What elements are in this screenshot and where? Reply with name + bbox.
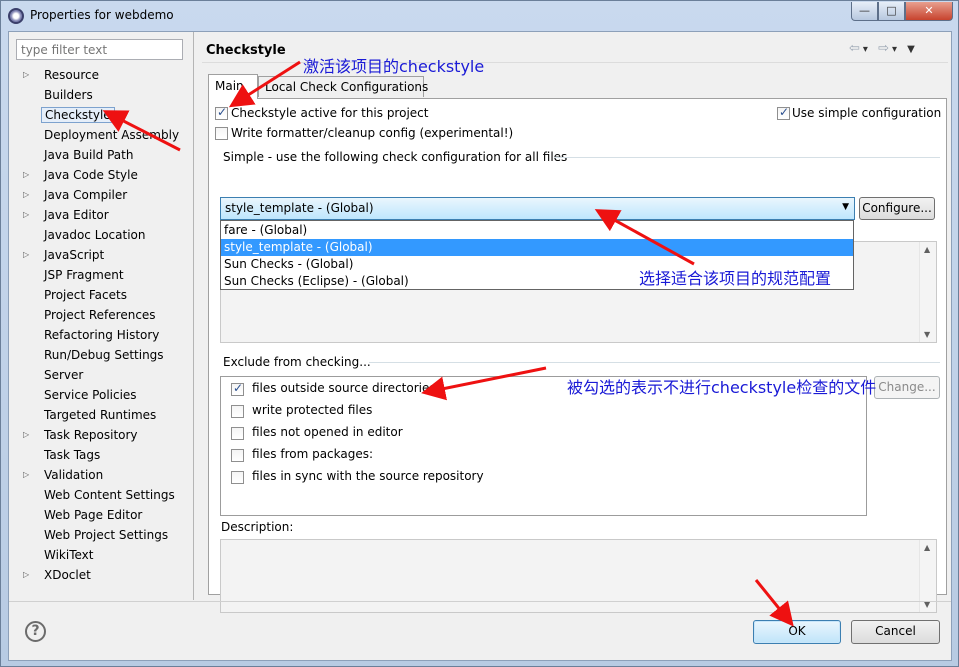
list-item: files from packages: bbox=[252, 447, 374, 461]
expand-triangle-icon[interactable]: ▷ bbox=[23, 570, 29, 579]
expand-triangle-icon[interactable]: ▷ bbox=[23, 70, 29, 79]
list-item: files in sync with the source repository bbox=[252, 469, 484, 483]
change-button[interactable]: Change... bbox=[874, 376, 940, 399]
exclude-outside-source-checkbox[interactable]: ✓ bbox=[231, 381, 244, 396]
write-formatter-checkbox[interactable] bbox=[215, 127, 228, 140]
tree-item-label: Server bbox=[44, 368, 84, 382]
checkstyle-active-checkbox[interactable]: ✓ bbox=[215, 105, 228, 120]
tree-item-label: Web Content Settings bbox=[44, 488, 175, 502]
tree-item-label: Web Project Settings bbox=[44, 528, 169, 542]
checkmark-icon: ✓ bbox=[233, 381, 244, 395]
exclude-from-packages-checkbox[interactable] bbox=[231, 449, 244, 462]
checkstyle-active-label: Checkstyle active for this project bbox=[231, 106, 429, 120]
properties-window: Properties for webdemo — □ ✕ ▷ Resource Bu… bbox=[0, 0, 959, 667]
vertical-scrollbar[interactable]: ▲ ▼ bbox=[919, 242, 936, 342]
tree-item-label: Targeted Runtimes bbox=[44, 408, 157, 422]
expand-triangle-icon[interactable]: ▷ bbox=[23, 170, 29, 179]
tree-item-label: Java Compiler bbox=[44, 188, 128, 202]
scroll-up-icon[interactable]: ▲ bbox=[924, 245, 930, 254]
tree-item-label: XDoclet bbox=[44, 568, 91, 582]
combo-value: style_template - (Global) bbox=[225, 201, 374, 215]
tree-item-label: Service Policies bbox=[44, 388, 137, 402]
list-item: files outside source directories bbox=[252, 381, 436, 395]
exclude-not-opened-checkbox[interactable] bbox=[231, 427, 244, 440]
checkmark-icon: ✓ bbox=[217, 105, 228, 119]
expand-triangle-icon[interactable]: ▷ bbox=[23, 190, 29, 199]
tree-item-label: JavaScript bbox=[44, 248, 105, 262]
tree-item-label: Deployment Assembly bbox=[44, 128, 180, 142]
filter-input[interactable] bbox=[16, 39, 183, 60]
list-item: write protected files bbox=[252, 403, 373, 417]
splitter[interactable] bbox=[193, 32, 194, 600]
tree-item-label: Javadoc Location bbox=[44, 228, 146, 242]
tree-item-label: Project Facets bbox=[44, 288, 127, 302]
tree-item-label: Task Repository bbox=[44, 428, 138, 442]
main-tab-panel: ✓ Checkstyle active for this project ✓ U… bbox=[208, 98, 947, 613]
simple-group-border bbox=[554, 157, 940, 158]
tree-item-label: Builders bbox=[44, 88, 93, 102]
list-item: files not opened in editor bbox=[252, 425, 403, 439]
expand-triangle-icon[interactable]: ▷ bbox=[23, 430, 29, 439]
scroll-down-icon[interactable]: ▼ bbox=[924, 330, 930, 339]
scroll-up-icon[interactable]: ▲ bbox=[924, 543, 930, 552]
close-button[interactable]: ✕ bbox=[905, 2, 953, 21]
checkmark-icon: ✓ bbox=[779, 105, 790, 119]
ok-button[interactable]: OK bbox=[753, 620, 841, 644]
view-menu-icon[interactable]: ▼ bbox=[907, 44, 918, 55]
use-simple-configuration-label: Use simple configuration bbox=[792, 106, 942, 120]
tree-item-label: Checkstyle bbox=[41, 107, 115, 123]
cancel-button[interactable]: Cancel bbox=[851, 620, 940, 644]
annotation-choose-config: 选择适合该项目的规范配置 bbox=[639, 269, 832, 288]
tree-item-label: Java Editor bbox=[44, 208, 109, 222]
dropdown-option-selected[interactable]: style_template - (Global) bbox=[221, 239, 853, 256]
exclude-group-border bbox=[369, 362, 940, 363]
configure-button[interactable]: Configure... bbox=[859, 197, 935, 220]
help-icon[interactable]: ? bbox=[25, 621, 46, 642]
dialog-client-area: ▷ Resource Builders Checkstyle Deployment As… bbox=[8, 31, 952, 661]
description-label: Description: bbox=[221, 520, 294, 534]
tree-item-label: JSP Fragment bbox=[44, 268, 124, 282]
tree-item-label: Resource bbox=[44, 68, 100, 82]
maximize-button[interactable]: □ bbox=[878, 2, 905, 21]
combo-chevron-down-icon: ▼ bbox=[842, 202, 849, 212]
back-arrow-icon[interactable]: ⇦ bbox=[849, 41, 863, 56]
forward-menu-chevron-icon[interactable]: ▾ bbox=[892, 44, 900, 55]
exclude-write-protected-checkbox[interactable] bbox=[231, 405, 244, 418]
tree-item-label: Task Tags bbox=[44, 448, 101, 462]
page-title: Checkstyle bbox=[206, 43, 286, 58]
expand-triangle-icon[interactable]: ▷ bbox=[23, 250, 29, 259]
tree-item-label: Java Build Path bbox=[44, 148, 134, 162]
tree-item-label: Validation bbox=[44, 468, 104, 482]
annotation-activate: 激活该项目的checkstyle bbox=[303, 57, 485, 76]
tree-item-label: WikiText bbox=[44, 548, 94, 562]
dropdown-option[interactable]: fare - (Global) bbox=[221, 222, 853, 239]
exclude-in-sync-checkbox[interactable] bbox=[231, 471, 244, 484]
tree-item-label: Run/Debug Settings bbox=[44, 348, 164, 362]
tree-item-label: Web Page Editor bbox=[44, 508, 143, 522]
tab-main[interactable]: Main bbox=[208, 74, 258, 99]
expand-triangle-icon[interactable]: ▷ bbox=[23, 210, 29, 219]
footer-divider bbox=[9, 601, 951, 602]
tree-item-label: Java Code Style bbox=[44, 168, 138, 182]
simple-group-title: Simple - use the following check configu… bbox=[223, 150, 568, 164]
title-bar: Properties for webdemo — □ ✕ bbox=[1, 1, 958, 31]
window-title: Properties for webdemo bbox=[30, 8, 174, 22]
check-configuration-combo[interactable]: style_template - (Global) ▼ bbox=[220, 197, 855, 220]
use-simple-configuration-checkbox[interactable]: ✓ bbox=[777, 105, 790, 120]
minimize-button[interactable]: — bbox=[851, 2, 878, 21]
exclude-group-title: Exclude from checking... bbox=[223, 355, 371, 369]
forward-arrow-icon[interactable]: ⇨ bbox=[878, 41, 892, 56]
tree-item-label: Refactoring History bbox=[44, 328, 160, 342]
annotation-excluded: 被勾选的表示不进行checkstyle检查的文件 bbox=[567, 378, 877, 397]
write-formatter-label: Write formatter/cleanup config (experime… bbox=[231, 126, 514, 140]
tree-item-label: Project References bbox=[44, 308, 156, 322]
expand-triangle-icon[interactable]: ▷ bbox=[23, 470, 29, 479]
tab-local-check-configurations[interactable]: Local Check Configurations bbox=[258, 76, 428, 97]
page-navigation: ⇦▾ ⇨▾ ▼ bbox=[849, 41, 918, 56]
back-menu-chevron-icon[interactable]: ▾ bbox=[863, 44, 871, 55]
eclipse-icon bbox=[8, 8, 24, 24]
